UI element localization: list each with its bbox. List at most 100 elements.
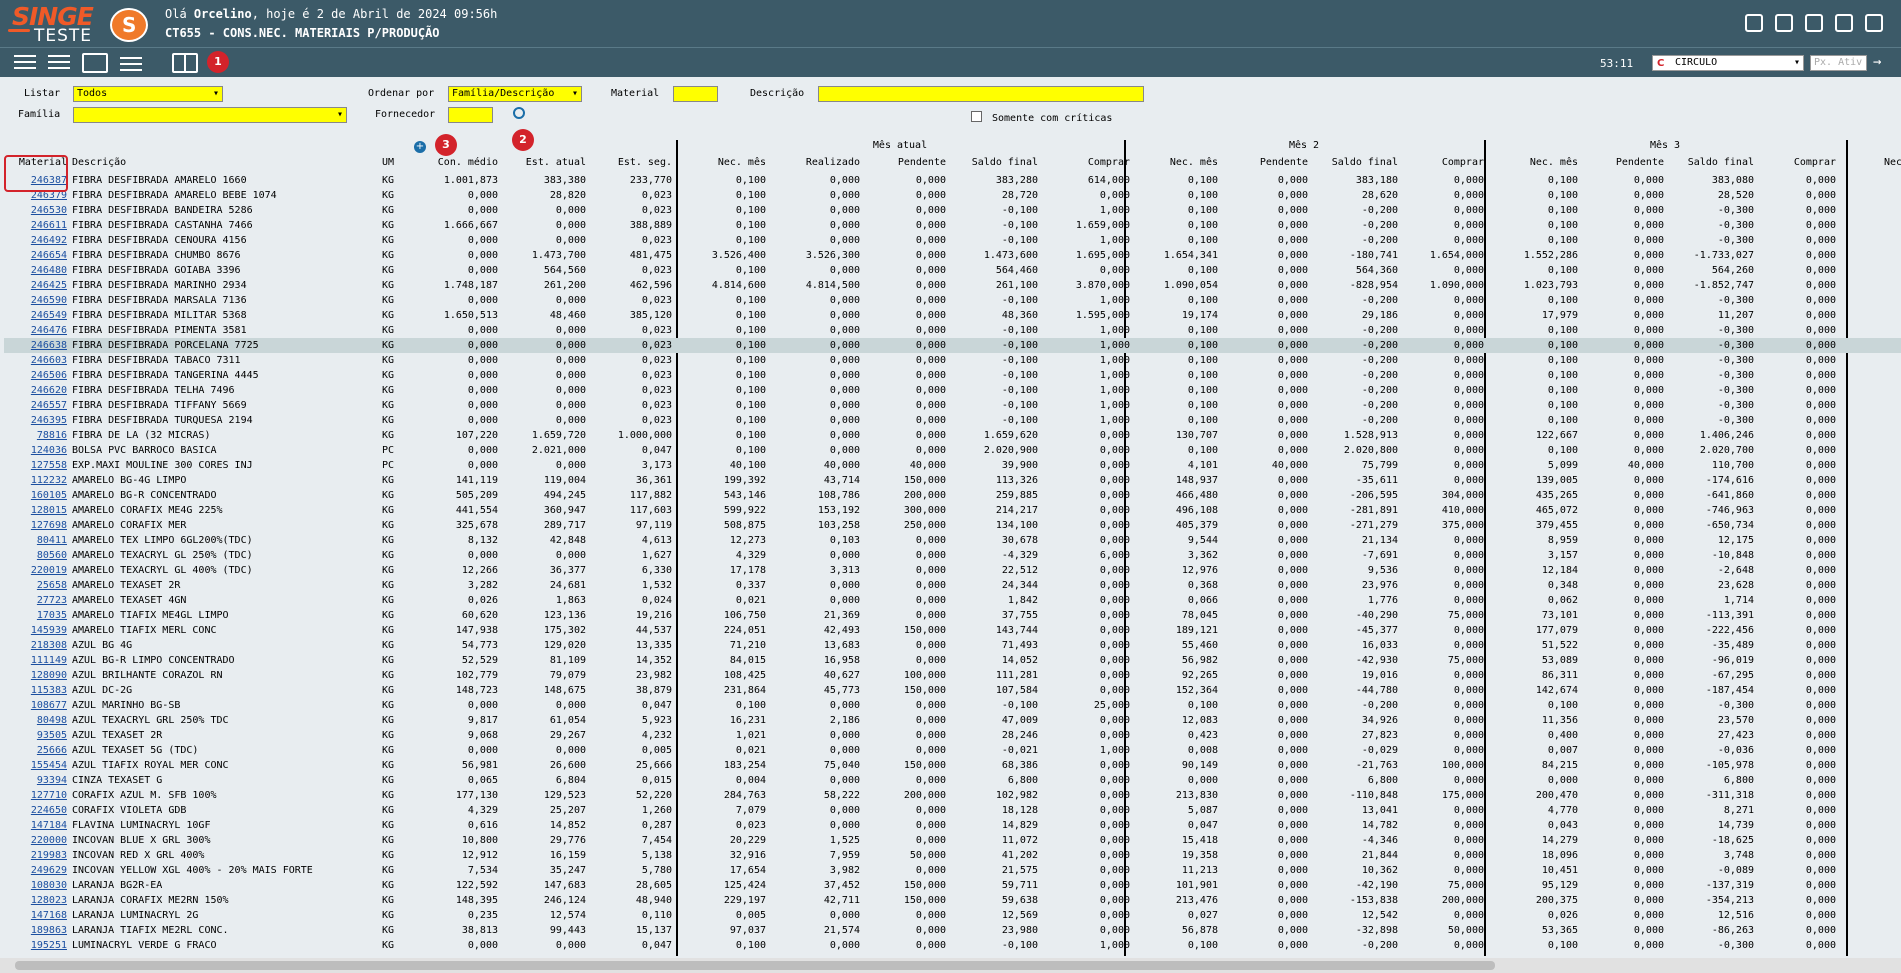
table-row[interactable]: 246620 FIBRA DESFIBRADA TELHA 7496 KG 0,000… (4, 383, 1901, 398)
material-link[interactable]: 115383 (10, 683, 67, 698)
material-link[interactable]: 246557 (10, 398, 67, 413)
material-link[interactable]: 27723 (10, 593, 67, 608)
table-row[interactable]: 219983 INCOVAN RED X GRL 400% KG 12,912 16,1… (4, 848, 1901, 863)
material-link[interactable]: 93505 (10, 728, 67, 743)
column-header[interactable]: Pendente (1224, 157, 1308, 168)
table-row[interactable]: 246506 FIBRA DESFIBRADA TANGERINA 4445 KG 0… (4, 368, 1901, 383)
material-link[interactable]: 145939 (10, 623, 67, 638)
table-row[interactable]: 127710 CORAFIX AZUL M. SFB 100% KG 177,130 1… (4, 788, 1901, 803)
table-row[interactable]: 128090 AZUL BRILHANTE CORAZOL RN KG 102,779… (4, 668, 1901, 683)
table-row[interactable]: 111149 AZUL BG-R LIMPO CONCENTRADO KG 52,52… (4, 653, 1901, 668)
material-link[interactable]: 246549 (10, 308, 67, 323)
column-header[interactable]: Nec. mês (1138, 157, 1218, 168)
table-row[interactable]: 115383 AZUL DC-2G KG 148,723 148,675 38,879 23… (4, 683, 1901, 698)
checklist-icon[interactable] (46, 53, 72, 73)
column-header[interactable]: Est. atual (504, 157, 586, 168)
table-row[interactable]: 220000 INCOVAN BLUE X GRL 300% KG 10,800 29,… (4, 833, 1901, 848)
table-row[interactable]: 224650 CORAFIX VIOLETA GDB KG 4,329 25,207 1,… (4, 803, 1901, 818)
table-row[interactable]: 155454 AZUL TIAFIX ROYAL MER CONC KG 56,981… (4, 758, 1901, 773)
material-link[interactable]: 220000 (10, 833, 67, 848)
material-link[interactable]: 108030 (10, 878, 67, 893)
column-header[interactable]: Saldo final (1314, 157, 1398, 168)
material-link[interactable]: 246492 (10, 233, 67, 248)
criticas-checkbox[interactable] (971, 111, 982, 122)
table-row[interactable]: 127558 EXP.MAXI MOULINE 300 CORES INJ PC 0,… (4, 458, 1901, 473)
material-link[interactable]: 246638 (10, 338, 67, 353)
material-link[interactable]: 147168 (10, 908, 67, 923)
table-row[interactable]: 17035 AMARELO TIAFIX ME4GL LIMPO KG 60,620 1… (4, 608, 1901, 623)
material-link[interactable]: 246603 (10, 353, 67, 368)
table-row[interactable]: 195251 LUMINACRYL VERDE G FRACO KG 0,000 0,0… (4, 938, 1901, 953)
material-link[interactable]: 246506 (10, 368, 67, 383)
table-row[interactable]: 112232 AMARELO BG-4G LIMPO KG 141,119 119,00… (4, 473, 1901, 488)
column-header[interactable]: Nec. mês (1498, 157, 1578, 168)
material-link[interactable]: 246480 (10, 263, 67, 278)
material-link[interactable]: 246620 (10, 383, 67, 398)
material-link[interactable]: 246654 (10, 248, 67, 263)
material-link[interactable]: 155454 (10, 758, 67, 773)
table-row[interactable]: 246611 FIBRA DESFIBRADA CASTANHA 7466 KG 1.… (4, 218, 1901, 233)
column-header[interactable]: Nec (1884, 157, 1901, 168)
column-header[interactable]: Con. médio (414, 157, 498, 168)
material-link[interactable]: 127558 (10, 458, 67, 473)
column-header[interactable]: Realizado (774, 157, 860, 168)
window-icon[interactable] (1835, 14, 1853, 32)
table-row[interactable]: 108677 AZUL MARINHO BG-SB KG 0,000 0,000 0,04… (4, 698, 1901, 713)
material-link[interactable]: 80498 (10, 713, 67, 728)
table-row[interactable]: 108030 LARANJA BG2R-EA KG 122,592 147,683 28,… (4, 878, 1901, 893)
column-header[interactable]: Descrição (72, 157, 372, 168)
table-row[interactable]: 249629 INCOVAN YELLOW XGL 400% - 20% MAIS… (4, 863, 1901, 878)
material-link[interactable]: 246395 (10, 413, 67, 428)
column-header[interactable]: Comprar (1756, 157, 1836, 168)
material-input[interactable] (673, 86, 718, 102)
table-row[interactable]: 246590 FIBRA DESFIBRADA MARSALA 7136 KG 0,0… (4, 293, 1901, 308)
material-link[interactable]: 195251 (10, 938, 67, 953)
table-row[interactable]: 124036 BOLSA PVC BARROCO BASICA PC 0,000 2.0… (4, 443, 1901, 458)
material-link[interactable]: 111149 (10, 653, 67, 668)
table-row[interactable]: 246387 FIBRA DESFIBRADA AMARELO 1660 KG 1.0… (4, 173, 1901, 188)
table-row[interactable]: 80411 AMARELO TEX LIMPO 6GL200%(TDC) KG 8,1… (4, 533, 1901, 548)
table-row[interactable]: 246425 FIBRA DESFIBRADA MARINHO 2934 KG 1.7… (4, 278, 1901, 293)
table-row[interactable]: 246603 FIBRA DESFIBRADA TABACO 7311 KG 0,00… (4, 353, 1901, 368)
table-row[interactable]: 160105 AMARELO BG-R CONCENTRADO KG 505,209 4… (4, 488, 1901, 503)
column-header[interactable]: Comprar (1400, 157, 1484, 168)
material-link[interactable]: 80411 (10, 533, 67, 548)
material-link[interactable]: 224650 (10, 803, 67, 818)
table-row[interactable]: 80560 AMARELO TEXACRYL GL 250% (TDC) KG 0,0… (4, 548, 1901, 563)
material-link[interactable]: 124036 (10, 443, 67, 458)
material-link[interactable]: 160105 (10, 488, 67, 503)
material-link[interactable]: 189863 (10, 923, 67, 938)
material-link[interactable]: 128015 (10, 503, 67, 518)
table-row[interactable]: 127698 AMARELO CORAFIX MER KG 325,678 289,71… (4, 518, 1901, 533)
column-header[interactable]: Est. seg. (592, 157, 672, 168)
table-row[interactable]: 246492 FIBRA DESFIBRADA CENOURA 4156 KG 0,0… (4, 233, 1901, 248)
horizontal-scrollbar[interactable] (0, 958, 1901, 973)
material-link[interactable]: 93394 (10, 773, 67, 788)
logout-icon[interactable] (1865, 14, 1883, 32)
ordenar-select[interactable]: Família/Descrição ▾ (448, 86, 582, 102)
column-header[interactable]: Pendente (1584, 157, 1664, 168)
column-header[interactable]: Saldo final (1670, 157, 1754, 168)
table-row[interactable]: 80498 AZUL TEXACRYL GRL 250% TDC KG 9,817 61… (4, 713, 1901, 728)
table-row[interactable]: 246395 FIBRA DESFIBRADA TURQUESA 2194 KG 0,… (4, 413, 1901, 428)
table-row[interactable]: 220019 AMARELO TEXACRYL GL 400% (TDC) KG 12… (4, 563, 1901, 578)
column-header[interactable]: Saldo final (954, 157, 1038, 168)
table-row[interactable]: 25666 AZUL TEXASET 5G (TDC) KG 0,000 0,000 0,… (4, 743, 1901, 758)
descricao-input[interactable] (818, 86, 1144, 102)
table-row[interactable]: 246480 FIBRA DESFIBRADA GOIABA 3396 KG 0,00… (4, 263, 1901, 278)
table-row[interactable]: 78816 FIBRA DE LA (32 MICRAS) KG 107,220 1.6… (4, 428, 1901, 443)
material-link[interactable]: 108677 (10, 698, 67, 713)
material-link[interactable]: 246476 (10, 323, 67, 338)
material-link[interactable]: 128023 (10, 893, 67, 908)
table-row[interactable]: 246638 FIBRA DESFIBRADA PORCELANA 7725 KG 0… (4, 338, 1901, 353)
material-link[interactable]: 112232 (10, 473, 67, 488)
material-link[interactable]: 127710 (10, 788, 67, 803)
search-icon[interactable] (513, 107, 525, 119)
material-link[interactable]: 249629 (10, 863, 67, 878)
table-row[interactable]: 246379 FIBRA DESFIBRADA AMARELO BEBE 1074… (4, 188, 1901, 203)
column-header[interactable]: Pendente (866, 157, 946, 168)
phone-icon[interactable] (1805, 14, 1823, 32)
material-link[interactable]: 80560 (10, 548, 67, 563)
material-link[interactable]: 220019 (10, 563, 67, 578)
cart-icon[interactable] (1775, 14, 1793, 32)
